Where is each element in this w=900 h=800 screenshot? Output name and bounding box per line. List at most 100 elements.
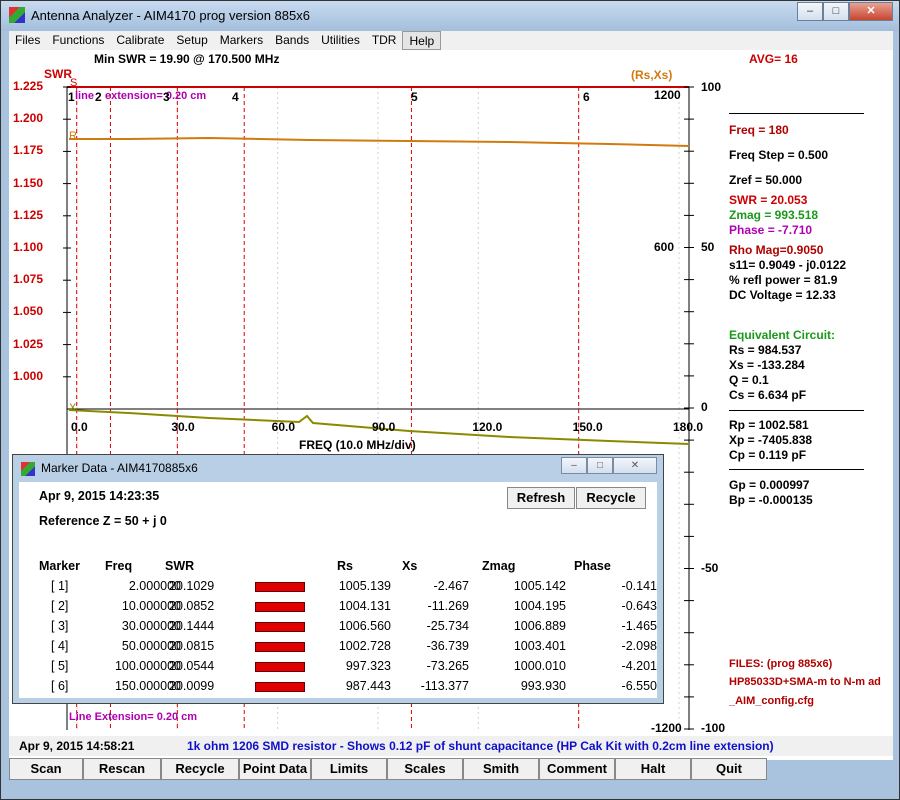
zref-readout: Zref = 50.000 <box>729 173 803 187</box>
status-date: Apr 9, 2015 14:58:21 <box>19 739 135 753</box>
col-header-xs: Xs <box>402 559 418 573</box>
cell-swr: 20.1029 <box>169 579 215 593</box>
cell-zmag: 993.930 <box>520 679 566 693</box>
cell-marker: [ 3] <box>51 619 69 633</box>
rsxs-outer-tick-label: -100 <box>701 721 726 735</box>
s-tag: S <box>70 77 78 89</box>
line-ext-top: extension= 0.20 cm <box>105 90 207 102</box>
cs-readout: Cs = 6.634 pF <box>729 388 807 402</box>
cell-zmag: 1000.010 <box>513 659 566 673</box>
swr-axis-title: SWR <box>44 67 72 81</box>
point-data-button[interactable]: Point Data <box>239 758 311 780</box>
zmag-readout: Zmag = 993.518 <box>729 208 819 222</box>
cell-phase: -4.201 <box>621 659 657 673</box>
swr-tick-label: 1.200 <box>13 111 44 126</box>
minimize-button[interactable]: – <box>797 2 823 21</box>
dialog-close-button[interactable]: ✕ <box>613 457 657 474</box>
dialog-minimize-button[interactable]: – <box>561 457 587 474</box>
swr-tick-label: 1.025 <box>13 336 44 351</box>
cell-zmag: 1003.401 <box>513 639 566 653</box>
quit-button[interactable]: Quit <box>691 758 767 780</box>
menu-files[interactable]: Files <box>9 31 46 50</box>
rescan-button[interactable]: Rescan <box>83 758 161 780</box>
rsxs-inner-tick-label: 1200 <box>654 88 681 102</box>
status-bar: Apr 9, 2015 14:58:21 1k ohm 1206 SMD res… <box>9 736 893 756</box>
scales-button[interactable]: Scales <box>387 758 463 780</box>
xs-readout: Xs = -133.284 <box>729 358 805 372</box>
swr-tick-label: 1.050 <box>13 304 44 319</box>
files-title: FILES: (prog 885x6) <box>729 658 833 670</box>
freq-step-readout: Freq Step = 0.500 <box>729 148 829 162</box>
min-swr-readout: Min SWR = 19.90 @ 170.500 MHz <box>94 52 280 66</box>
refresh-button[interactable]: Refresh <box>507 487 575 509</box>
cell-marker: [ 6] <box>51 679 69 693</box>
cell-marker: [ 1] <box>51 579 69 593</box>
cell-marker: [ 5] <box>51 659 69 673</box>
halt-button[interactable]: Halt <box>615 758 691 780</box>
dialog-recycle-button[interactable]: Recycle <box>576 487 646 509</box>
cell-freq: 10.000000 <box>121 599 181 613</box>
cell-swr: 20.0099 <box>169 679 215 693</box>
cell-xs: -11.269 <box>427 599 469 613</box>
freq-tick-label: 30.0 <box>171 420 195 434</box>
smith-button[interactable]: Smith <box>463 758 539 780</box>
menu-utilities[interactable]: Utilities <box>315 31 366 50</box>
cell-swr: 20.1444 <box>169 619 215 633</box>
cp-readout: Cp = 0.119 pF <box>729 448 807 462</box>
col-header-zmag: Zmag <box>482 559 516 573</box>
freq-tick-label: 150.0 <box>572 420 603 434</box>
menu-setup[interactable]: Setup <box>170 31 213 50</box>
freq-tick-label: 120.0 <box>472 420 503 434</box>
cell-phase: -0.141 <box>621 579 657 593</box>
line-ext-prefix: line <box>75 90 94 102</box>
swr-readout: SWR = 20.053 <box>729 193 808 207</box>
recycle-button[interactable]: Recycle <box>161 758 239 780</box>
rsxs-inner-tick-label: -1200 <box>651 721 682 735</box>
xp-readout: Xp = -7405.838 <box>729 433 813 447</box>
menu-functions[interactable]: Functions <box>46 31 110 50</box>
maximize-button[interactable]: □ <box>823 2 849 21</box>
rsxs-outer-tick-label: 0 <box>701 400 708 414</box>
menu-bar: Files Functions Calibrate Setup Markers … <box>9 31 893 50</box>
button-bar: Scan Rescan Recycle Point Data Limits Sc… <box>1 758 900 782</box>
swr-bar-indicator <box>255 662 305 672</box>
menu-help[interactable]: Help <box>402 31 442 50</box>
q-readout: Q = 0.1 <box>729 373 769 387</box>
comment-button[interactable]: Comment <box>539 758 615 780</box>
cell-swr: 20.0852 <box>169 599 215 613</box>
swr-tick-label: 1.125 <box>13 207 44 222</box>
menu-calibrate[interactable]: Calibrate <box>110 31 170 50</box>
marker-number-label: 3 <box>163 90 170 104</box>
title-bar: Antenna Analyzer - AIM4170 prog version … <box>1 1 899 31</box>
cell-phase: -1.465 <box>621 619 657 633</box>
rho-readout: Rho Mag=0.9050 <box>729 243 824 257</box>
col-header-swr: SWR <box>165 559 195 573</box>
cell-phase: -6.550 <box>621 679 657 693</box>
s11-readout: s11= 0.9049 - j0.0122 <box>729 258 847 272</box>
swr-bar-indicator <box>255 602 305 612</box>
rp-readout: Rp = 1002.581 <box>729 418 809 432</box>
close-button[interactable]: ✕ <box>849 2 893 21</box>
swr-tick-label: 1.150 <box>13 175 44 190</box>
cell-rs: 1002.728 <box>338 639 391 653</box>
rs-curve <box>69 136 690 147</box>
col-header-marker: Marker <box>39 559 80 573</box>
cell-xs: -25.734 <box>426 619 469 633</box>
cell-marker: [ 2] <box>51 599 69 613</box>
menu-markers[interactable]: Markers <box>214 31 269 50</box>
menu-bands[interactable]: Bands <box>269 31 315 50</box>
cell-freq: 50.000000 <box>121 639 181 653</box>
cell-rs: 1004.131 <box>338 599 391 613</box>
menu-tdr[interactable]: TDR <box>366 31 403 50</box>
side-divider <box>729 410 864 411</box>
cell-phase: -0.643 <box>621 599 657 613</box>
dialog-maximize-button[interactable]: □ <box>587 457 613 474</box>
cell-zmag: 1004.195 <box>513 599 566 613</box>
cell-freq: 100.000000 <box>114 659 181 673</box>
limits-button[interactable]: Limits <box>311 758 387 780</box>
file-cal: HP85033D+SMA-m to N-m ad <box>729 676 881 688</box>
swr-bar-indicator <box>255 682 305 692</box>
cell-rs: 997.323 <box>345 659 391 673</box>
scan-button[interactable]: Scan <box>9 758 83 780</box>
swr-bar-indicator <box>255 582 305 592</box>
